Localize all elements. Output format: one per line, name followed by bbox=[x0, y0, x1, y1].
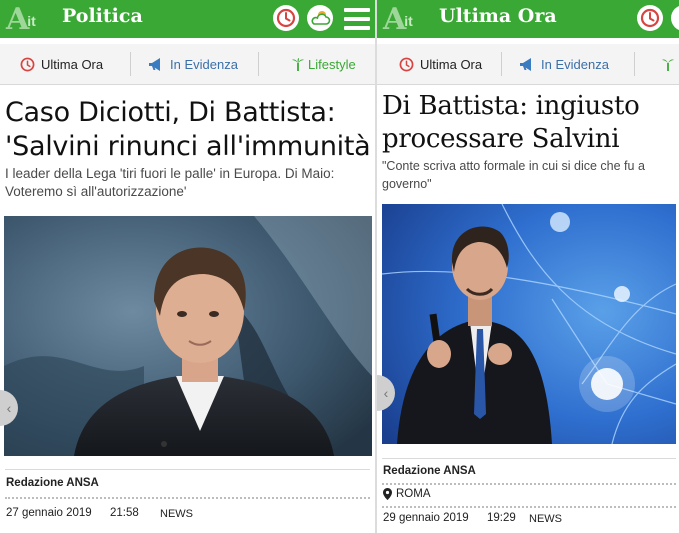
tab-ultima-ora[interactable]: Ultima Ora bbox=[20, 44, 103, 84]
megaphone-icon bbox=[519, 57, 535, 72]
location-pin-icon bbox=[383, 488, 392, 500]
headline-line: Caso Diciotti, Di Battista: bbox=[5, 97, 336, 128]
category-label[interactable]: NEWS bbox=[529, 513, 562, 525]
headline-line: Di Battista: ingiusto bbox=[382, 91, 640, 121]
section-title: Politica bbox=[62, 5, 143, 27]
tab-label: Lifestyle bbox=[308, 56, 356, 72]
tab-lifestyle[interactable]: Lifestyle bbox=[291, 44, 356, 84]
article-subtitle: "Conte scriva atto formale in cui si dic… bbox=[382, 157, 645, 193]
tab-in-evidenza[interactable]: In Evidenza bbox=[148, 44, 238, 84]
clock-icon bbox=[399, 57, 414, 72]
publish-time: 19:29 bbox=[487, 512, 516, 524]
tab-bar: Ultima Ora In Evidenza Lifestyle bbox=[0, 44, 375, 85]
logo-it: it bbox=[27, 13, 36, 29]
logo-mark: A bbox=[383, 2, 407, 37]
clock-icon bbox=[20, 57, 35, 72]
subtitle-line: Voteremo sì all'autorizzazione' bbox=[5, 184, 187, 199]
article-photo[interactable] bbox=[4, 216, 372, 456]
megaphone-icon bbox=[148, 57, 164, 72]
headline-line: 'Salvini rinunci all'immunità bbox=[5, 131, 371, 162]
article-subtitle: I leader della Lega 'tiri fuori le palle… bbox=[5, 165, 373, 201]
tab-ultima-ora[interactable]: Ultima Ora bbox=[399, 44, 482, 84]
article-photo[interactable] bbox=[382, 204, 676, 444]
location: ROMA bbox=[383, 488, 431, 500]
publish-date: 27 gennaio 2019 bbox=[6, 507, 92, 519]
weather-icon[interactable] bbox=[671, 5, 679, 31]
article-panel-ultima-ora: A it Ultima Ora Ultima Ora In Evidenza D… bbox=[377, 0, 679, 533]
menu-icon[interactable] bbox=[344, 8, 370, 30]
app-header: A it Ultima Ora bbox=[377, 0, 679, 38]
location-label: ROMA bbox=[396, 488, 431, 500]
article-headline[interactable]: Caso Diciotti, Di Battista: 'Salvini rin… bbox=[5, 96, 371, 164]
article-headline[interactable]: Di Battista: ingiusto processare Salvini bbox=[382, 90, 640, 156]
palm-icon bbox=[291, 57, 305, 72]
author: Redazione ANSA bbox=[6, 477, 99, 489]
article-panel-politica: A it Politica Ultima Ora In Evidenza Lif… bbox=[0, 0, 375, 533]
subtitle-line: governo" bbox=[382, 177, 432, 191]
tab-bar: Ultima Ora In Evidenza bbox=[377, 44, 679, 85]
logo-mark: A bbox=[6, 2, 30, 37]
clock-icon[interactable] bbox=[273, 5, 299, 31]
ansa-logo[interactable]: A it bbox=[383, 2, 413, 36]
logo-it: it bbox=[404, 13, 413, 29]
tab-label: In Evidenza bbox=[541, 56, 609, 72]
tab-in-evidenza[interactable]: In Evidenza bbox=[519, 44, 609, 84]
author: Redazione ANSA bbox=[383, 465, 476, 477]
palm-icon bbox=[661, 57, 675, 72]
section-title: Ultima Ora bbox=[439, 5, 557, 27]
tab-lifestyle[interactable] bbox=[661, 44, 679, 84]
category-label[interactable]: NEWS bbox=[160, 508, 193, 520]
subtitle-line: "Conte scriva atto formale in cui si dic… bbox=[382, 159, 645, 173]
publish-date: 29 gennaio 2019 bbox=[383, 512, 469, 524]
clock-icon[interactable] bbox=[637, 5, 663, 31]
app-header: A it Politica bbox=[0, 0, 375, 38]
tab-label: Ultima Ora bbox=[420, 56, 483, 72]
weather-icon[interactable] bbox=[307, 5, 333, 31]
ansa-logo[interactable]: A it bbox=[6, 2, 36, 36]
subtitle-line: I leader della Lega 'tiri fuori le palle… bbox=[5, 166, 335, 181]
publish-time: 21:58 bbox=[110, 507, 139, 519]
tab-label: In Evidenza bbox=[170, 56, 238, 72]
tab-label: Ultima Ora bbox=[41, 56, 104, 72]
headline-line: processare Salvini bbox=[382, 124, 620, 154]
